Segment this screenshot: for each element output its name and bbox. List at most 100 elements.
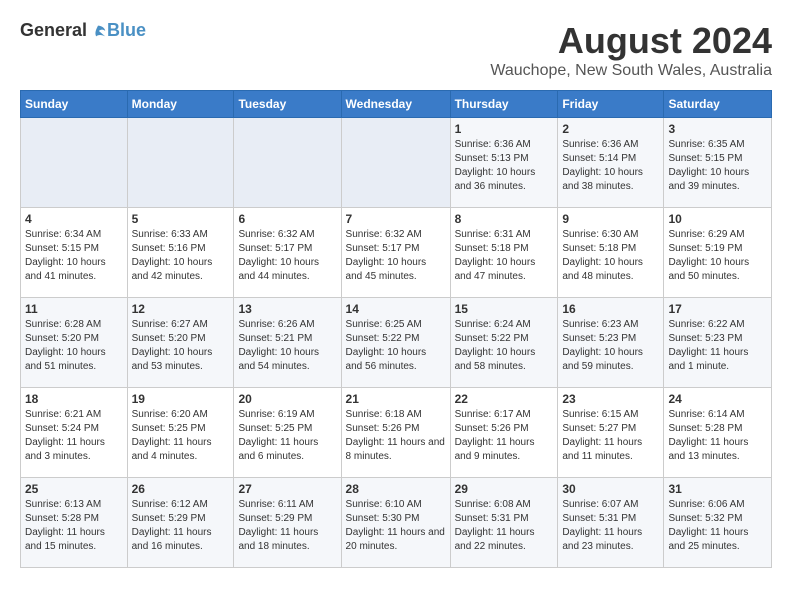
day-number: 12	[132, 302, 230, 316]
day-content: Sunrise: 6:20 AMSunset: 5:25 PMDaylight:…	[132, 408, 230, 464]
day-number: 3	[668, 122, 767, 136]
day-content: Sunrise: 6:26 AMSunset: 5:21 PMDaylight:…	[238, 318, 336, 374]
day-content: Sunrise: 6:19 AMSunset: 5:25 PMDaylight:…	[238, 408, 336, 464]
logo-general-text: General	[20, 20, 87, 41]
header-day-thursday: Thursday	[450, 91, 558, 118]
calendar-cell: 7Sunrise: 6:32 AMSunset: 5:17 PMDaylight…	[341, 208, 450, 298]
header-day-wednesday: Wednesday	[341, 91, 450, 118]
calendar-cell	[234, 118, 341, 208]
day-number: 29	[455, 482, 554, 496]
header-day-sunday: Sunday	[21, 91, 128, 118]
calendar-cell: 20 Sunrise: 6:19 AMSunset: 5:25 PMDayligh…	[234, 388, 341, 478]
header-day-tuesday: Tuesday	[234, 91, 341, 118]
day-content: Sunrise: 6:18 AMSunset: 5:26 PMDaylight:…	[346, 408, 446, 464]
calendar-week-2: 4 Sunrise: 6:34 AMSunset: 5:15 PMDaylight…	[21, 208, 772, 298]
day-content: Sunrise: 6:21 AMSunset: 5:24 PMDaylight:…	[25, 408, 123, 464]
day-number: 11	[25, 302, 123, 316]
day-content: Sunrise: 6:28 AMSunset: 5:20 PMDaylight:…	[25, 318, 123, 374]
calendar-cell: 13 Sunrise: 6:26 AMSunset: 5:21 PMDayligh…	[234, 298, 341, 388]
day-content: Sunrise: 6:17 AMSunset: 5:26 PMDaylight:…	[455, 408, 554, 464]
header-day-friday: Friday	[558, 91, 664, 118]
day-content: Sunrise: 6:24 AMSunset: 5:22 PMDaylight:…	[455, 318, 554, 374]
calendar-cell: 3Sunrise: 6:35 AMSunset: 5:15 PMDaylight…	[664, 118, 772, 208]
day-content: Sunrise: 6:31 AMSunset: 5:18 PMDaylight:…	[455, 228, 554, 284]
day-content: Sunrise: 6:36 AMSunset: 5:13 PMDaylight:…	[455, 138, 554, 194]
calendar-cell: 10Sunrise: 6:29 AMSunset: 5:19 PMDayligh…	[664, 208, 772, 298]
day-number: 26	[132, 482, 230, 496]
day-content: Sunrise: 6:12 AMSunset: 5:29 PMDaylight:…	[132, 498, 230, 554]
calendar-cell: 5Sunrise: 6:33 AMSunset: 5:16 PMDaylight…	[127, 208, 234, 298]
day-content: Sunrise: 6:29 AMSunset: 5:19 PMDaylight:…	[668, 228, 767, 284]
logo: General Blue	[20, 20, 146, 41]
day-number: 14	[346, 302, 446, 316]
calendar-cell	[341, 118, 450, 208]
day-number: 16	[562, 302, 659, 316]
calendar-cell: 14 Sunrise: 6:25 AMSunset: 5:22 PMDayligh…	[341, 298, 450, 388]
calendar-cell: 4 Sunrise: 6:34 AMSunset: 5:15 PMDaylight…	[21, 208, 128, 298]
day-number: 31	[668, 482, 767, 496]
logo-blue-text: Blue	[107, 20, 146, 41]
calendar-week-4: 18Sunrise: 6:21 AMSunset: 5:24 PMDayligh…	[21, 388, 772, 478]
day-content: Sunrise: 6:36 AMSunset: 5:14 PMDaylight:…	[562, 138, 659, 194]
calendar-cell: 26 Sunrise: 6:12 AMSunset: 5:29 PMDayligh…	[127, 478, 234, 568]
day-content: Sunrise: 6:11 AMSunset: 5:29 PMDaylight:…	[238, 498, 336, 554]
logo-bird-icon	[89, 22, 107, 40]
calendar-cell: 15 Sunrise: 6:24 AMSunset: 5:22 PMDayligh…	[450, 298, 558, 388]
calendar-cell: 2 Sunrise: 6:36 AMSunset: 5:14 PMDaylight…	[558, 118, 664, 208]
day-content: Sunrise: 6:32 AMSunset: 5:17 PMDaylight:…	[346, 228, 446, 284]
calendar-cell: 23Sunrise: 6:15 AMSunset: 5:27 PMDayligh…	[558, 388, 664, 478]
day-content: Sunrise: 6:10 AMSunset: 5:30 PMDaylight:…	[346, 498, 446, 554]
day-content: Sunrise: 6:08 AMSunset: 5:31 PMDaylight:…	[455, 498, 554, 554]
day-content: Sunrise: 6:06 AMSunset: 5:32 PMDaylight:…	[668, 498, 767, 554]
day-number: 27	[238, 482, 336, 496]
calendar-cell: 22Sunrise: 6:17 AMSunset: 5:26 PMDayligh…	[450, 388, 558, 478]
day-number: 2	[562, 122, 659, 136]
calendar-week-1: 1 Sunrise: 6:36 AMSunset: 5:13 PMDaylight…	[21, 118, 772, 208]
day-number: 24	[668, 392, 767, 406]
calendar-cell: 29 Sunrise: 6:08 AMSunset: 5:31 PMDayligh…	[450, 478, 558, 568]
day-number: 13	[238, 302, 336, 316]
day-number: 25	[25, 482, 123, 496]
calendar-header: SundayMondayTuesdayWednesdayThursdayFrid…	[21, 91, 772, 118]
calendar-cell	[127, 118, 234, 208]
calendar-cell: 27 Sunrise: 6:11 AMSunset: 5:29 PMDayligh…	[234, 478, 341, 568]
day-number: 20	[238, 392, 336, 406]
day-content: Sunrise: 6:07 AMSunset: 5:31 PMDaylight:…	[562, 498, 659, 554]
calendar-cell: 1 Sunrise: 6:36 AMSunset: 5:13 PMDaylight…	[450, 118, 558, 208]
calendar-cell: 31 Sunrise: 6:06 AMSunset: 5:32 PMDayligh…	[664, 478, 772, 568]
header-day-saturday: Saturday	[664, 91, 772, 118]
day-content: Sunrise: 6:14 AMSunset: 5:28 PMDaylight:…	[668, 408, 767, 464]
day-number: 19	[132, 392, 230, 406]
calendar-cell: 21 Sunrise: 6:18 AMSunset: 5:26 PMDayligh…	[341, 388, 450, 478]
calendar-cell: 12 Sunrise: 6:27 AMSunset: 5:20 PMDayligh…	[127, 298, 234, 388]
calendar-table: SundayMondayTuesdayWednesdayThursdayFrid…	[20, 90, 772, 568]
day-content: Sunrise: 6:32 AMSunset: 5:17 PMDaylight:…	[238, 228, 336, 284]
day-content: Sunrise: 6:23 AMSunset: 5:23 PMDaylight:…	[562, 318, 659, 374]
calendar-cell: 6 Sunrise: 6:32 AMSunset: 5:17 PMDaylight…	[234, 208, 341, 298]
calendar-cell: 28 Sunrise: 6:10 AMSunset: 5:30 PMDayligh…	[341, 478, 450, 568]
day-number: 1	[455, 122, 554, 136]
day-number: 15	[455, 302, 554, 316]
calendar-cell	[21, 118, 128, 208]
day-number: 21	[346, 392, 446, 406]
day-number: 6	[238, 212, 336, 226]
calendar-cell: 8Sunrise: 6:31 AMSunset: 5:18 PMDaylight…	[450, 208, 558, 298]
day-number: 28	[346, 482, 446, 496]
day-content: Sunrise: 6:27 AMSunset: 5:20 PMDaylight:…	[132, 318, 230, 374]
calendar-cell: 16 Sunrise: 6:23 AMSunset: 5:23 PMDayligh…	[558, 298, 664, 388]
day-content: Sunrise: 6:25 AMSunset: 5:22 PMDaylight:…	[346, 318, 446, 374]
day-number: 30	[562, 482, 659, 496]
day-number: 9	[562, 212, 659, 226]
calendar-cell: 24 Sunrise: 6:14 AMSunset: 5:28 PMDayligh…	[664, 388, 772, 478]
page-header: General Blue August 2024 Wauchope, New S…	[20, 20, 772, 80]
day-content: Sunrise: 6:22 AMSunset: 5:23 PMDaylight:…	[668, 318, 767, 374]
day-content: Sunrise: 6:33 AMSunset: 5:16 PMDaylight:…	[132, 228, 230, 284]
calendar-cell: 30 Sunrise: 6:07 AMSunset: 5:31 PMDayligh…	[558, 478, 664, 568]
calendar-cell: 25Sunrise: 6:13 AMSunset: 5:28 PMDayligh…	[21, 478, 128, 568]
calendar-body: 1 Sunrise: 6:36 AMSunset: 5:13 PMDaylight…	[21, 118, 772, 568]
day-number: 4	[25, 212, 123, 226]
day-content: Sunrise: 6:34 AMSunset: 5:15 PMDaylight:…	[25, 228, 123, 284]
calendar-cell: 17Sunrise: 6:22 AMSunset: 5:23 PMDayligh…	[664, 298, 772, 388]
calendar-week-3: 11 Sunrise: 6:28 AMSunset: 5:20 PMDayligh…	[21, 298, 772, 388]
calendar-cell: 11 Sunrise: 6:28 AMSunset: 5:20 PMDayligh…	[21, 298, 128, 388]
